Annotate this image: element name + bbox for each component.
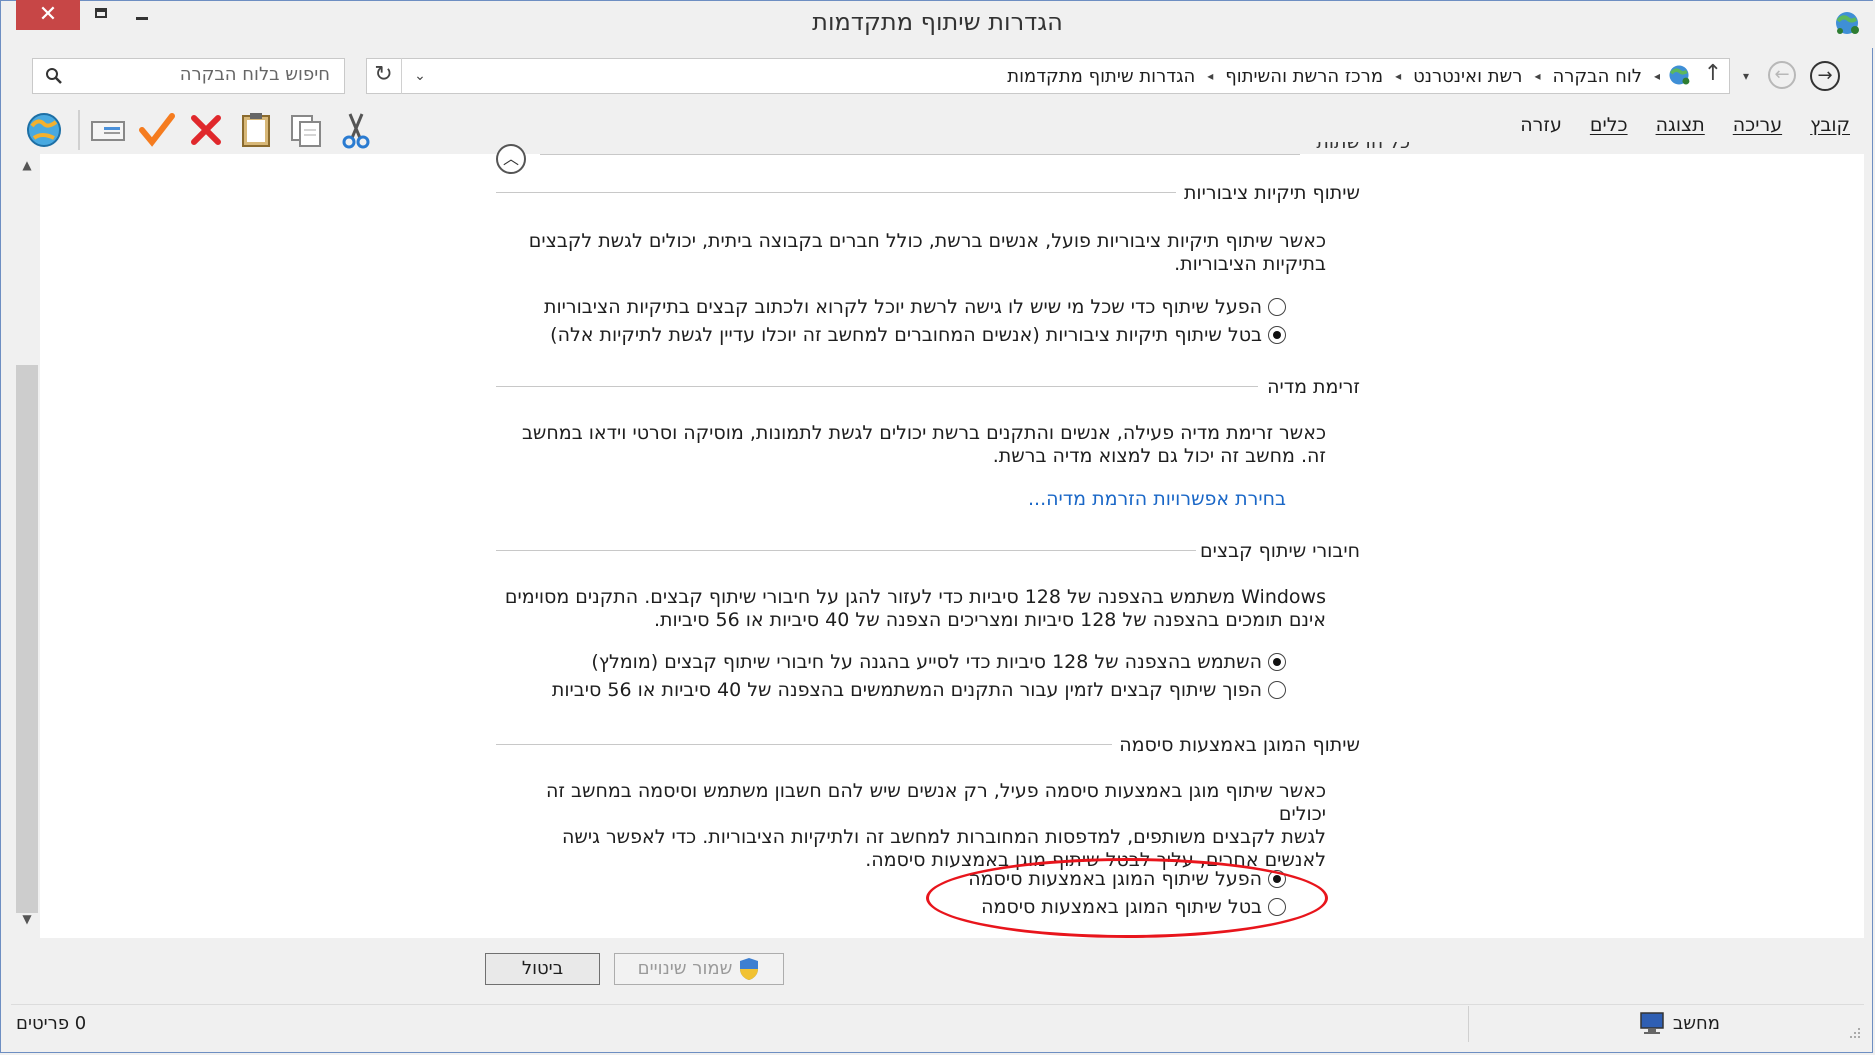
close-button[interactable]: ✕	[16, 0, 80, 30]
menu-tools[interactable]: כלים	[1590, 114, 1628, 136]
section-divider	[496, 550, 1196, 551]
button-bar	[11, 938, 1864, 1000]
check-icon[interactable]	[136, 110, 176, 150]
status-bar	[11, 1004, 1864, 1045]
chevron-up-icon: ︿	[502, 149, 519, 168]
description-line: כאשר זרימת מדיה פעילה, אנשים והתקנים ברש…	[521, 422, 1326, 444]
highlight-annotation	[926, 858, 1328, 938]
option-label: בטל שיתוף תיקיות ציבוריות (אנשים המחוברי…	[550, 324, 1262, 346]
section-divider	[496, 192, 1176, 193]
description-line: כאשר שיתוף מוגן באמצעות סיסמה פעיל, רק א…	[546, 780, 1326, 825]
file-sharing-title: חיבורי שיתוף קבצים	[1200, 540, 1360, 562]
toolbar-divider	[78, 110, 80, 150]
up-arrow-icon[interactable]: ↑	[1700, 61, 1726, 91]
minimize-icon	[136, 17, 148, 20]
save-button-label: שמור שינויים	[637, 958, 733, 979]
section-divider	[496, 744, 1112, 745]
minimize-button[interactable]	[132, 4, 154, 26]
chevron-down-icon: ⌄	[414, 68, 426, 84]
description-line: אינם תומכים בהצפנה של 128 סיביות ומצריכי…	[653, 609, 1326, 631]
radio-button-selected[interactable]	[1268, 326, 1286, 344]
scroll-up-icon[interactable]: ▲	[14, 158, 40, 178]
back-button[interactable]: ←	[1768, 61, 1796, 89]
public-folders-title: שיתוף תיקיות ציבוריות	[1183, 182, 1360, 204]
description-line: Windows משתמש בהצפנה של 128 סיביות כדי ל…	[504, 586, 1326, 608]
copy-icon[interactable]	[286, 110, 326, 150]
crumb-sep-icon[interactable]: ◂	[1207, 69, 1213, 83]
public-folders-on-option[interactable]: הפעל שיתוף כדי שכל מי שיש לו גישה לרשת י…	[544, 296, 1286, 318]
description-line: בתיקיות הציבוריות.	[1174, 253, 1326, 275]
forward-arrow-icon: →	[1817, 65, 1833, 86]
globe-icon[interactable]	[24, 110, 64, 150]
all-networks-header: כל הרשתות	[1316, 142, 1410, 153]
status-divider	[1468, 1006, 1469, 1042]
breadcrumb: ◂ לוח הבקרה ◂ רשת ואינטרנט ◂ מרכז הרשת ו…	[450, 58, 1660, 94]
resize-grip-icon[interactable]	[1846, 1024, 1862, 1040]
maximize-icon	[95, 8, 107, 18]
menu-edit[interactable]: עריכה	[1733, 114, 1782, 136]
encryption-128-option[interactable]: השתמש בהצפנה של 128 סיביות כדי לסייע בהג…	[591, 651, 1286, 673]
description-line: לגשת לקבצים משותפים, למדפסות המחוברות למ…	[561, 826, 1326, 848]
refresh-icon: ↻	[374, 62, 393, 87]
menu-bar: קובץ עריכה תצוגה כלים עזרה	[1500, 114, 1850, 136]
section-divider	[540, 154, 1300, 155]
breadcrumb-advanced-sharing[interactable]: הגדרות שיתוף מתקדמות	[1007, 66, 1195, 87]
search-icon[interactable]	[44, 66, 64, 86]
radio-button[interactable]	[1268, 681, 1286, 699]
computer-label: מחשב	[1672, 1012, 1720, 1034]
media-streaming-title: זרימת מדיה	[1267, 376, 1360, 398]
crumb-sep-icon[interactable]: ◂	[1654, 69, 1660, 83]
scroll-down-icon[interactable]: ▼	[14, 912, 40, 932]
search-placeholder: חיפוש בלוח הבקרה	[179, 64, 330, 85]
menu-file[interactable]: קובץ	[1810, 114, 1850, 136]
recent-locations-icon[interactable]: ▾	[1736, 61, 1756, 91]
file-sharing-description: Windows משתמש בהצפנה של 128 סיביות כדי ל…	[500, 586, 1326, 632]
network-globe-icon	[1666, 62, 1692, 88]
window-title: הגדרות שיתוף מתקדמות	[812, 8, 1063, 36]
description-line: זה. מחשב זה יכול גם למצוא מדיה ברשת.	[992, 445, 1326, 467]
save-changes-button[interactable]: שמור שינויים	[614, 953, 784, 985]
public-folders-off-option[interactable]: בטל שיתוף תיקיות ציבוריות (אנשים המחוברי…	[550, 324, 1286, 346]
menu-help[interactable]: עזרה	[1520, 114, 1562, 136]
address-history-dropdown[interactable]: ⌄	[404, 58, 436, 94]
forward-button[interactable]: →	[1810, 61, 1840, 91]
scrollbar-thumb[interactable]	[16, 365, 38, 913]
password-sharing-description: כאשר שיתוף מוגן באמצעות סיסמה פעיל, רק א…	[500, 780, 1326, 872]
option-label: השתמש בהצפנה של 128 סיביות כדי לסייע בהג…	[591, 651, 1262, 673]
password-sharing-title: שיתוף המוגן באמצעות סיסמה	[1119, 734, 1360, 756]
description-line: כאשר שיתוף תיקיות ציבוריות פועל, אנשים ב…	[528, 230, 1326, 252]
option-label: הפעל שיתוף כדי שכל מי שיש לו גישה לרשת י…	[543, 296, 1262, 318]
media-streaming-description: כאשר זרימת מדיה פעילה, אנשים והתקנים ברש…	[500, 422, 1326, 468]
network-app-icon	[1832, 8, 1862, 38]
option-label: הפוך שיתוף קבצים לזמין עבור התקנים המשתמ…	[551, 679, 1262, 701]
crumb-sep-icon[interactable]: ◂	[1395, 69, 1401, 83]
public-folders-description: כאשר שיתוף תיקיות ציבוריות פועל, אנשים ב…	[500, 230, 1326, 276]
cancel-button[interactable]: ביטול	[485, 953, 600, 985]
breadcrumb-network-center[interactable]: מרכז הרשת והשיתוף	[1225, 66, 1383, 87]
section-divider	[496, 386, 1258, 387]
collapse-button[interactable]: ︿	[496, 144, 526, 174]
encryption-40-56-option[interactable]: הפוך שיתוף קבצים לזמין עבור התקנים המשתמ…	[552, 679, 1286, 701]
radio-button-selected[interactable]	[1268, 653, 1286, 671]
back-arrow-icon: ←	[1774, 64, 1790, 85]
crumb-sep-icon[interactable]: ◂	[1534, 69, 1540, 83]
delete-icon[interactable]	[186, 110, 226, 150]
item-count: 0 פריטים	[16, 1013, 87, 1034]
radio-button[interactable]	[1268, 298, 1286, 316]
maximize-button[interactable]	[91, 4, 113, 26]
computer-icon	[1640, 1012, 1664, 1034]
clipboard-icon[interactable]	[236, 110, 276, 150]
uac-shield-icon	[740, 958, 759, 980]
status-computer: מחשב	[1600, 1008, 1720, 1038]
card-icon[interactable]	[88, 110, 128, 150]
breadcrumb-control-panel[interactable]: לוח הבקרה	[1552, 66, 1641, 87]
breadcrumb-network-internet[interactable]: רשת ואינטרנט	[1413, 66, 1522, 87]
menu-view[interactable]: תצוגה	[1656, 114, 1705, 136]
media-options-link[interactable]: בחירת אפשרויות הזרמת מדיה...	[900, 488, 1286, 510]
refresh-button[interactable]: ↻	[366, 58, 402, 94]
scissors-icon[interactable]	[336, 110, 376, 150]
